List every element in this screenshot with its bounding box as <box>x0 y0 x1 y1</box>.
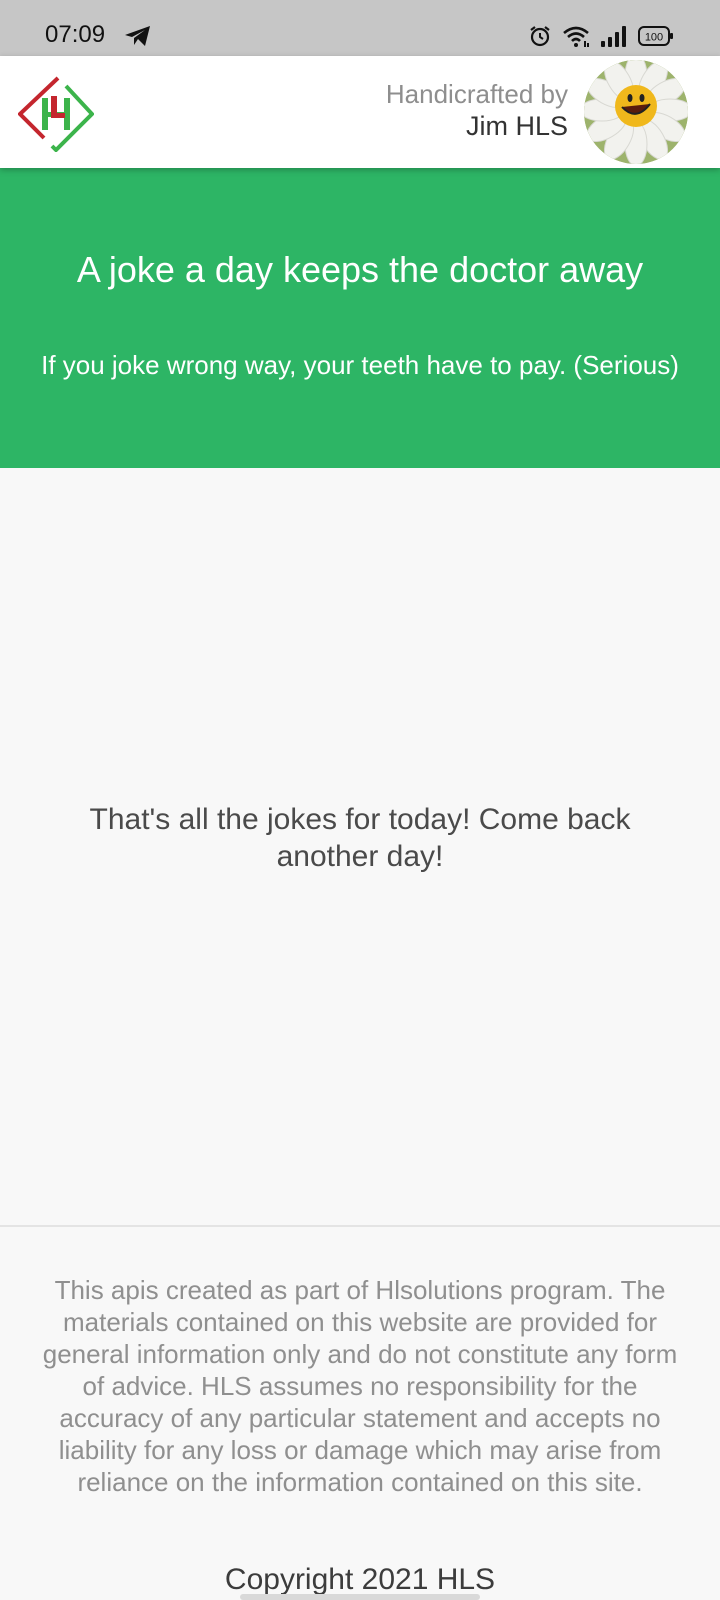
no-more-jokes-message: That's all the jokes for today! Come bac… <box>89 803 631 873</box>
home-indicator[interactable] <box>240 1594 480 1600</box>
smiling-daisy-avatar-icon <box>584 60 688 164</box>
status-bar: 07:09 100 <box>0 0 720 56</box>
hero-subtitle: If you joke wrong way, your teeth have t… <box>41 350 679 380</box>
telegram-icon <box>125 26 150 46</box>
alarm-icon <box>530 26 550 47</box>
battery-level: 100 <box>645 32 663 44</box>
credit-name: Jim HLS <box>465 111 568 141</box>
footer-copyright: Copyright 2021 HLS <box>224 1563 496 1596</box>
credit-label: Handicrafted by <box>385 79 568 109</box>
footer-disclaimer: This apis created as part of Hlsolutions… <box>42 1275 678 1497</box>
hero-title: A joke a day keeps the doctor away <box>76 249 644 290</box>
hero-banner: A joke a day keeps the doctor away If yo… <box>0 168 720 468</box>
hls-logo-icon[interactable] <box>18 76 94 152</box>
wifi-icon <box>563 26 589 47</box>
signal-icon <box>601 26 626 47</box>
battery-icon: 100 <box>638 26 673 46</box>
status-time: 07:09 <box>45 21 106 48</box>
footer-divider <box>0 1225 720 1227</box>
status-icons: 100 <box>528 22 674 50</box>
avatar[interactable] <box>584 60 688 164</box>
app-header: Handicrafted by Jim HLS <box>0 56 720 168</box>
credit: Handicrafted by Jim HLS <box>386 78 568 142</box>
